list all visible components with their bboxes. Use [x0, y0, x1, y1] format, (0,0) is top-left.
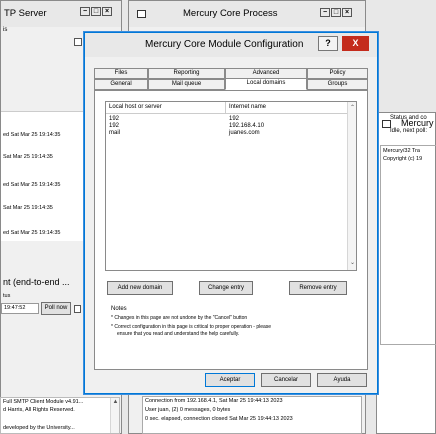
- scroll-up-arrow-icon[interactable]: ⌃: [348, 104, 357, 113]
- change-entry-button[interactable]: Change entry: [199, 281, 253, 295]
- ok-button[interactable]: Aceptar: [205, 373, 255, 387]
- info-line: developed by the University...: [3, 425, 75, 431]
- smtp-client-info: Full SMTP Client Module v4.91... d Harri…: [0, 397, 120, 434]
- status-line-2-text: Idle, next poll:: [390, 128, 428, 134]
- cell-internet: 192: [229, 116, 240, 122]
- cell-internet: 192.168.4.10: [229, 123, 265, 129]
- tab-policy[interactable]: Policy: [307, 68, 368, 79]
- list-scrollbar[interactable]: ⌃ ⌄: [347, 102, 356, 270]
- tab-files[interactable]: Files: [94, 68, 148, 79]
- minimize-button[interactable]: −: [320, 8, 330, 17]
- cell-internet: juanes.com: [229, 130, 260, 136]
- remove-entry-button[interactable]: Remove entry: [289, 281, 347, 295]
- info-line: Full SMTP Client Module v4.91...: [3, 399, 84, 405]
- column-header-internet[interactable]: Internet name: [226, 102, 348, 113]
- list-header: Local host or server Internet name: [106, 102, 348, 114]
- tab-reporting[interactable]: Reporting: [148, 68, 225, 79]
- cell-host: 192: [109, 116, 120, 122]
- smtp-subtitle: is: [3, 27, 8, 33]
- info-line-1: Mercury/32 Tra: [383, 148, 420, 154]
- app-icon: [137, 10, 146, 18]
- log-line: Sat Mar 25 19:14:35: [3, 154, 53, 160]
- tab-local-domains[interactable]: Local domains: [225, 78, 307, 90]
- cell-host: 192: [109, 123, 120, 129]
- status-line-1-text: Status and co: [390, 115, 427, 121]
- close-button[interactable]: ×: [342, 8, 352, 17]
- help-title-button[interactable]: ?: [318, 36, 338, 51]
- bottom-checkbox-icon[interactable]: [74, 305, 81, 313]
- column-header-host[interactable]: Local host or server: [106, 102, 226, 113]
- scroll-down-arrow-icon[interactable]: ⌄: [348, 259, 357, 268]
- info-line: d Harris, All Rights Reserved.: [3, 407, 75, 413]
- cell-host: mail: [109, 130, 121, 136]
- log-line: Sat Mar 25 19:14:35: [3, 205, 53, 211]
- info-box: Mercury/32 Tra Copyright (c) 19: [380, 145, 436, 345]
- core-log-line: Connection from 192.168.4.1, Sat Mar 25 …: [145, 398, 283, 404]
- mercury-main-window: Mercury Status and co Status and co Idle…: [376, 112, 436, 434]
- core-log-area: Connection from 192.168.4.1, Sat Mar 25 …: [142, 396, 362, 434]
- smtp-log-area: ed Sat Mar 25 19:14:35 Sat Mar 25 19:14:…: [1, 111, 83, 241]
- dialog-title: Mercury Core Module Configuration: [145, 39, 304, 50]
- maximize-button[interactable]: □: [91, 7, 101, 16]
- status-time-field: 19:47:52: [1, 303, 39, 314]
- log-line: ed Sat Mar 25 19:14:35: [3, 182, 61, 188]
- close-title-button[interactable]: X: [342, 36, 369, 51]
- notes-line: * Correct configuration in this page is …: [111, 324, 272, 330]
- cancel-button[interactable]: Cancelar: [261, 373, 311, 387]
- add-new-domain-button[interactable]: Add new domain: [107, 281, 173, 295]
- core-window-controls: − □ ×: [320, 8, 352, 17]
- scroll-up-arrow-icon[interactable]: ▲: [111, 398, 120, 407]
- info-scrollbar[interactable]: ▲: [110, 398, 119, 433]
- dialog-title-bar: Mercury Core Module Configuration ? X: [85, 33, 377, 57]
- status-heading: nt (end-to-end ...: [3, 277, 70, 287]
- close-button[interactable]: ×: [102, 7, 112, 16]
- maximize-button[interactable]: □: [331, 8, 341, 17]
- minimize-button[interactable]: −: [80, 7, 90, 16]
- checkbox-icon[interactable]: [74, 38, 82, 46]
- notes-line: ensure that you read and understand the …: [117, 331, 240, 337]
- core-log-line: 0 sec. elapsed, connection closed Sat Ma…: [145, 416, 293, 422]
- table-row[interactable]: 192 192: [106, 116, 348, 123]
- notes-title: Notes: [111, 306, 127, 312]
- help-button[interactable]: Ayuda: [317, 373, 367, 387]
- table-row[interactable]: 192 192.168.4.10: [106, 123, 348, 130]
- core-log-line: User juan, (2) 0 messages, 0 bytes: [145, 407, 231, 413]
- tab-general[interactable]: General: [94, 79, 148, 90]
- tab-groups[interactable]: Groups: [307, 79, 368, 90]
- tab-page: Local host or server Internet name 192 1…: [94, 90, 368, 370]
- tab-mail-queue[interactable]: Mail queue: [148, 79, 225, 90]
- info-line-2: Copyright (c) 19: [383, 156, 423, 162]
- domains-list[interactable]: Local host or server Internet name 192 1…: [105, 101, 357, 271]
- core-window-title: Mercury Core Process: [183, 8, 278, 19]
- log-line: ed Sat Mar 25 19:14:35: [3, 230, 61, 236]
- log-line: ed Sat Mar 25 19:14:35: [3, 132, 61, 138]
- smtp-window-title: TP Server: [4, 8, 47, 19]
- mercury-app-icon: [382, 120, 391, 128]
- poll-now-button[interactable]: Poll now: [41, 302, 71, 315]
- status-label: tus: [3, 293, 11, 299]
- smtp-window-controls: − □ ×: [80, 7, 112, 16]
- table-row[interactable]: mail juanes.com: [106, 130, 348, 137]
- config-dialog: Mercury Core Module Configuration ? X Fi…: [84, 32, 378, 394]
- notes-line: * Changes in this page are not undone by…: [111, 315, 248, 321]
